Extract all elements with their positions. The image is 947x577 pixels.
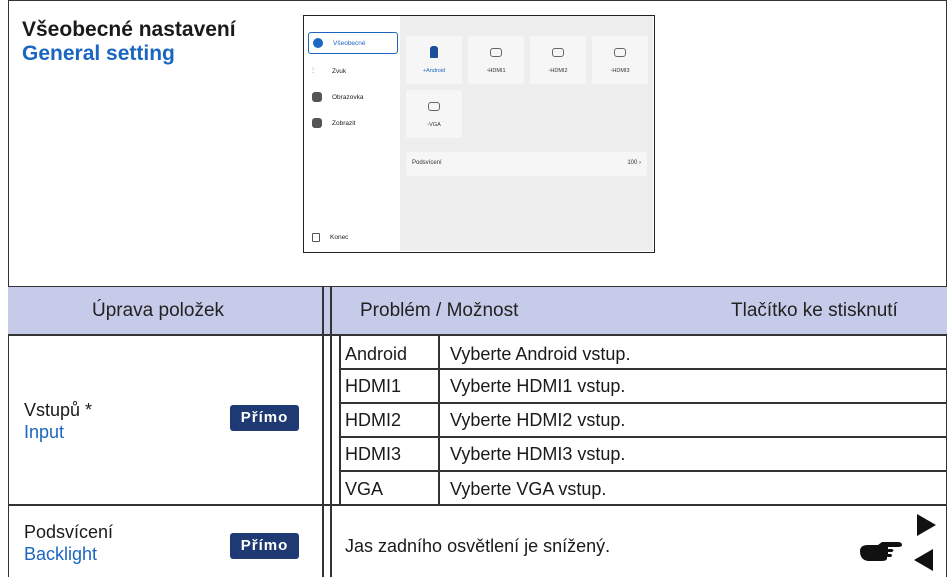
vga-icon	[428, 102, 440, 111]
direct-badge: Přímo	[230, 533, 299, 559]
sidebar-item-label: Obrazovka	[332, 93, 364, 101]
header-problem: Problém / Možnost	[360, 300, 519, 321]
hdmi-icon	[490, 48, 502, 57]
backlight-label-en: Backlight	[24, 544, 98, 564]
option-name: HDMI3	[345, 444, 402, 464]
sidebar-item-general: Všeobecné	[308, 32, 398, 54]
row-divider	[339, 436, 947, 438]
input-tile-hdmi2: ◦HDMI2	[530, 36, 586, 84]
settings-main: +Android ◦HDMI1 ◦HDMI2 ◦HDMI3 ◦VGA Podsv…	[400, 16, 653, 251]
option-desc: Vyberte HDMI2 vstup.	[450, 410, 626, 430]
option-name: HDMI1	[345, 376, 402, 396]
option-divider	[438, 335, 440, 505]
column-divider	[322, 287, 324, 577]
settings-icon	[313, 38, 323, 48]
input-label-cz: Vstupů *	[24, 400, 93, 420]
backlight-setting-label: Podsvícení	[412, 160, 442, 166]
sidebar-item-label: Zobrazit	[332, 119, 356, 127]
row-divider	[8, 504, 947, 506]
input-tile-label: ◦VGA	[427, 122, 441, 128]
input-tile-hdmi3: ◦HDMI3	[592, 36, 648, 84]
settings-sidebar: Všeobecné ⫶ Zvuk Obrazovka Zobrazit Kone…	[304, 16, 400, 251]
exit-icon	[312, 232, 320, 242]
row-divider	[339, 368, 947, 370]
option-name: Android	[345, 344, 408, 364]
left-arrow-icon	[914, 549, 933, 571]
input-tile-android: +Android	[406, 36, 462, 84]
input-tile-label: ◦HDMI1	[486, 68, 506, 74]
hdmi-icon	[552, 48, 564, 57]
header-button: Tlačítko ke stisknutí	[731, 300, 898, 321]
direct-badge: Přímo	[230, 405, 299, 431]
settings-screenshot: Všeobecné ⫶ Zvuk Obrazovka Zobrazit Kone…	[303, 15, 655, 253]
hdmi-icon	[614, 48, 626, 57]
backlight-setting-value: 100 ›	[627, 160, 641, 166]
sidebar-item-label: Zvuk	[332, 67, 347, 75]
table-header-border	[8, 334, 947, 336]
sidebar-item-exit: Konec	[304, 226, 400, 248]
section-title-cz: Všeobecné nastavení	[22, 18, 236, 41]
column-divider	[330, 287, 332, 577]
display-icon	[312, 118, 322, 128]
input-tile-label: +Android	[422, 68, 446, 74]
row-divider	[339, 402, 947, 404]
input-tile-vga: ◦VGA	[406, 90, 462, 138]
row-divider	[339, 470, 947, 472]
right-arrow-icon	[917, 514, 936, 536]
option-name: HDMI2	[345, 410, 402, 430]
backlight-label-cz: Podsvícení	[24, 522, 114, 542]
backlight-desc: Jas zadního osvětlení je snížený.	[345, 536, 611, 556]
input-tile-label: ◦HDMI3	[610, 68, 630, 74]
header-item: Úprava položek	[92, 300, 225, 321]
backlight-setting-row: Podsvícení 100 ›	[406, 152, 647, 176]
option-desc: Vyberte Android vstup.	[450, 344, 631, 364]
pointing-hand-icon	[860, 542, 902, 561]
input-label-en: Input	[24, 422, 65, 442]
option-left-border	[339, 335, 341, 505]
screen-icon	[312, 92, 322, 102]
input-tile-label: ◦HDMI2	[548, 68, 568, 74]
sidebar-item-screen: Obrazovka	[304, 86, 400, 108]
equalizer-icon: ⫶	[312, 66, 314, 75]
sidebar-item-display: Zobrazit	[304, 112, 400, 134]
sidebar-item-label: Všeobecné	[333, 39, 366, 47]
option-desc: Vyberte HDMI3 vstup.	[450, 444, 626, 464]
sidebar-item-sound: ⫶ Zvuk	[304, 60, 400, 82]
sidebar-item-label: Konec	[330, 233, 349, 241]
android-icon	[430, 46, 438, 58]
input-tile-hdmi1: ◦HDMI1	[468, 36, 524, 84]
option-desc: Vyberte VGA vstup.	[450, 479, 607, 499]
option-desc: Vyberte HDMI1 vstup.	[450, 376, 626, 396]
option-name: VGA	[345, 479, 384, 499]
section-title-en: General setting	[22, 42, 175, 65]
